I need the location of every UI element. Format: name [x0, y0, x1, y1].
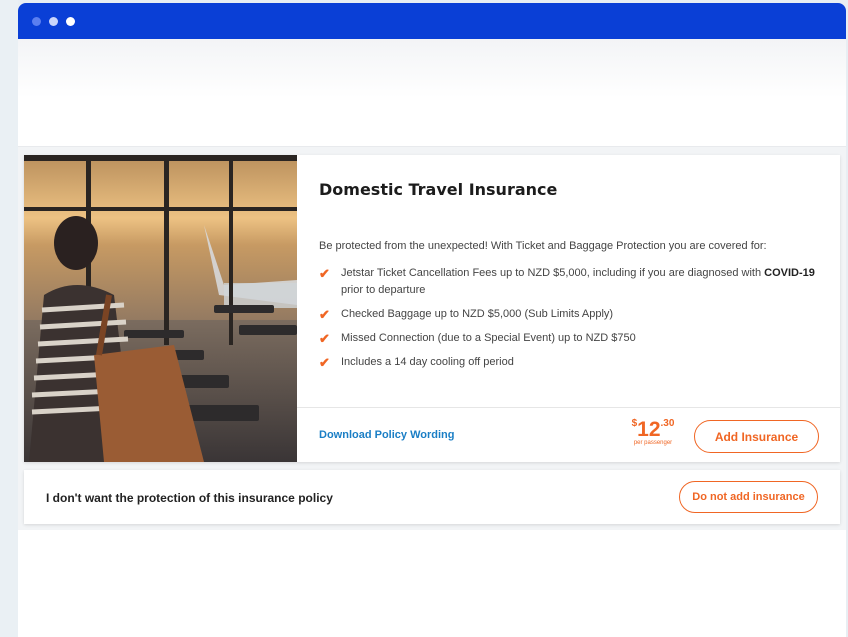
product-title: Domestic Travel Insurance — [319, 180, 558, 199]
window-titlebar — [18, 3, 846, 39]
check-icon: ✔ — [319, 355, 330, 370]
browser-window: Domestic Travel Insurance Be protected f… — [18, 3, 846, 637]
coverage-list: ✔ Jetstar Ticket Cancellation Fees up to… — [319, 265, 819, 378]
add-insurance-button[interactable]: Add Insurance — [694, 420, 819, 453]
page-header-band — [18, 39, 846, 147]
check-icon: ✔ — [319, 307, 330, 322]
window-dot-3[interactable] — [66, 16, 75, 26]
price-per-passenger: per passenger — [633, 440, 673, 446]
window-dot-2[interactable] — [49, 16, 58, 26]
coverage-text: Checked Baggage up to NZD $5,000 (Sub Li… — [341, 308, 614, 320]
price-cents: .30 — [660, 418, 675, 429]
coverage-bold: COVID-19 — [764, 267, 815, 279]
coverage-text: Missed Connection (due to a Special Even… — [341, 332, 636, 344]
coverage-item: ✔ Checked Baggage up to NZD $5,000 (Sub … — [319, 306, 819, 323]
coverage-item: ✔ Jetstar Ticket Cancellation Fees up to… — [319, 265, 819, 299]
coverage-text: Jetstar Ticket Cancellation Fees up to N… — [341, 267, 765, 279]
insurance-details: Domestic Travel Insurance Be protected f… — [297, 155, 840, 462]
download-policy-link[interactable]: Download Policy Wording — [319, 429, 454, 441]
card-footer: Download Policy Wording $12.30 per passe… — [297, 407, 840, 462]
price-whole: 12 — [637, 418, 661, 441]
coverage-text: Includes a 14 day cooling off period — [341, 356, 514, 368]
coverage-item: ✔ Missed Connection (due to a Special Ev… — [319, 330, 819, 347]
check-icon: ✔ — [319, 331, 330, 346]
product-intro: Be protected from the unexpected! With T… — [319, 240, 767, 252]
traveller-airport-photo — [24, 155, 297, 462]
insurance-card: Domestic Travel Insurance Be protected f… — [24, 155, 840, 462]
window-dot-1[interactable] — [32, 16, 41, 26]
price-display: $12.30 per passenger — [627, 418, 679, 446]
check-icon: ✔ — [319, 266, 330, 281]
coverage-item: ✔ Includes a 14 day cooling off period — [319, 354, 819, 371]
decline-card: I don't want the protection of this insu… — [24, 470, 840, 524]
do-not-add-insurance-button[interactable]: Do not add insurance — [679, 481, 818, 513]
page-bottom-area — [18, 530, 846, 637]
coverage-after: prior to departure — [341, 284, 426, 296]
airport-scene-image — [24, 155, 297, 462]
page-background — [0, 0, 18, 637]
decline-text: I don't want the protection of this insu… — [46, 491, 333, 505]
